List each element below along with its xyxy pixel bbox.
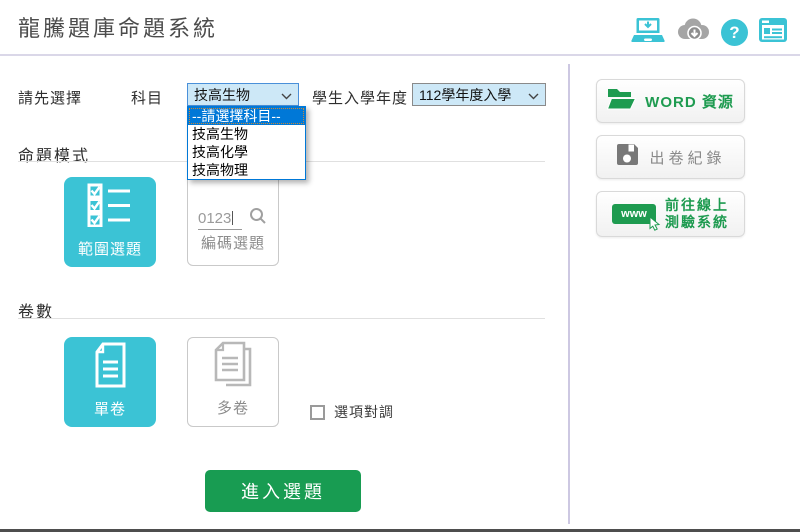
online-label-line1: 前往線上 bbox=[665, 197, 729, 214]
online-label-line2: 測驗系統 bbox=[665, 214, 729, 231]
search-icon[interactable] bbox=[249, 207, 267, 230]
multi-document-icon bbox=[210, 338, 256, 391]
save-disk-icon bbox=[615, 142, 640, 172]
multi-paper-label: 多卷 bbox=[217, 397, 249, 418]
www-text: www bbox=[621, 208, 647, 220]
code-select-label: 編碼選題 bbox=[188, 232, 278, 253]
code-input-value: 0123 bbox=[198, 210, 231, 227]
paper-section-divider bbox=[18, 318, 545, 319]
subject-select-value: 技高生物 bbox=[194, 85, 281, 105]
dropdown-option[interactable]: --請選擇科目-- bbox=[188, 107, 305, 125]
header-toolbar: ? bbox=[631, 16, 788, 49]
checklist-icon bbox=[84, 177, 136, 232]
select-first-prompt: 請先選擇 bbox=[18, 87, 82, 108]
dropdown-option[interactable]: 技高化學 bbox=[188, 143, 305, 161]
range-select-label: 範圍選題 bbox=[78, 238, 142, 259]
app-window: 龍騰題庫命題系統 ? bbox=[0, 0, 800, 532]
mode-section-title: 命題模式 bbox=[18, 142, 90, 166]
dropdown-option[interactable]: 技高物理 bbox=[188, 161, 305, 179]
dropdown-option[interactable]: 技高生物 bbox=[188, 125, 305, 143]
single-paper-label: 單卷 bbox=[94, 398, 126, 419]
exam-records-icon[interactable] bbox=[758, 17, 788, 48]
code-select-button[interactable]: 0123 編碼選題 bbox=[187, 170, 279, 266]
swap-options-label: 選項對調 bbox=[334, 402, 394, 422]
enter-selection-button[interactable]: 進入選題 bbox=[205, 470, 361, 512]
content-divider bbox=[568, 64, 570, 524]
subject-dropdown-list: --請選擇科目-- 技高生物 技高化學 技高物理 bbox=[187, 106, 306, 180]
swap-options-checkbox[interactable] bbox=[310, 405, 325, 420]
exam-record-label: 出卷紀錄 bbox=[649, 147, 725, 168]
page-title: 龍騰題庫命題系統 bbox=[18, 11, 218, 43]
chevron-down-icon bbox=[528, 87, 539, 103]
multi-paper-button[interactable]: 多卷 bbox=[187, 337, 279, 427]
open-folder-icon bbox=[607, 87, 636, 115]
cloud-download-icon[interactable] bbox=[675, 17, 711, 49]
year-select[interactable]: 112學年度入學 bbox=[412, 83, 546, 106]
subject-label: 科目 bbox=[131, 87, 163, 108]
text-cursor bbox=[232, 211, 233, 225]
single-document-icon bbox=[90, 337, 130, 392]
laptop-download-icon[interactable] bbox=[631, 16, 665, 49]
online-test-system-label: 前往線上 測驗系統 bbox=[665, 197, 729, 231]
range-select-button[interactable]: 範圍選題 bbox=[64, 177, 156, 267]
single-paper-button[interactable]: 單卷 bbox=[64, 337, 156, 427]
code-input[interactable]: 0123 bbox=[198, 210, 242, 230]
year-select-value: 112學年度入學 bbox=[419, 85, 528, 105]
subject-select[interactable]: 技高生物 bbox=[187, 83, 299, 106]
word-resources-label: WORD 資源 bbox=[645, 91, 734, 112]
chevron-down-icon bbox=[281, 87, 292, 103]
online-test-system-button[interactable]: www 前往線上 測驗系統 bbox=[596, 191, 745, 237]
www-cursor-icon: www bbox=[612, 204, 656, 224]
code-input-row: 0123 bbox=[198, 207, 267, 230]
help-icon[interactable]: ? bbox=[721, 19, 748, 46]
word-resources-button[interactable]: WORD 資源 bbox=[596, 79, 745, 123]
swap-options-checkbox-row[interactable]: 選項對調 bbox=[310, 402, 394, 422]
header-divider bbox=[0, 54, 800, 56]
exam-record-button[interactable]: 出卷紀錄 bbox=[596, 135, 745, 179]
year-label: 學生入學年度 bbox=[312, 87, 408, 108]
